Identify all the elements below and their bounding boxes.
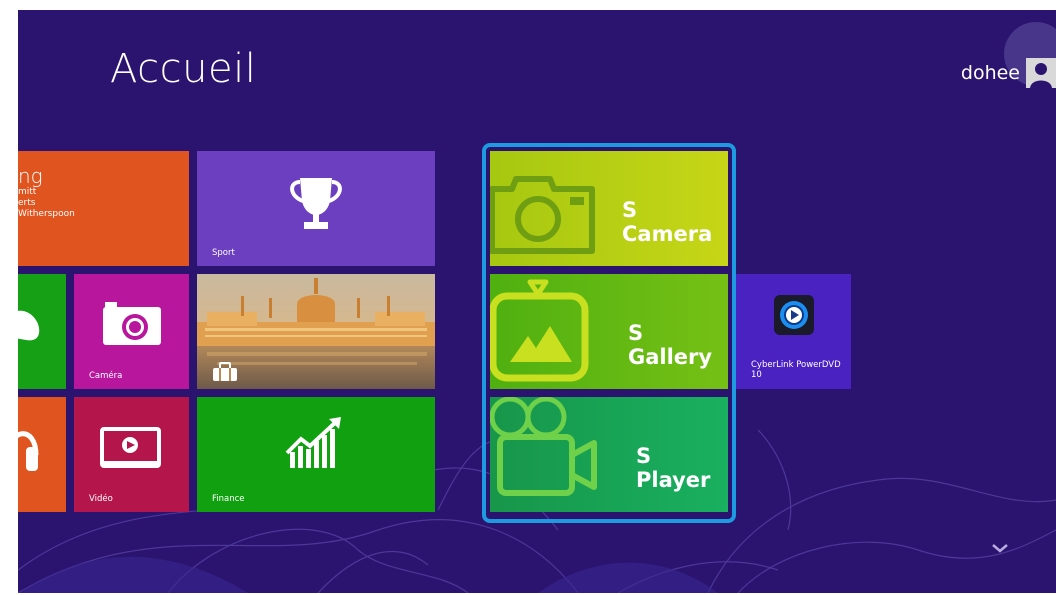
user-avatar-icon[interactable]: [1026, 58, 1056, 88]
people-line-1: ng: [18, 164, 43, 188]
s-gallery-tile[interactable]: S Gallery: [490, 274, 728, 389]
s-player-label: S Player: [636, 444, 711, 492]
sport-tile-label: Sport: [212, 248, 235, 258]
luggage-icon: [213, 362, 237, 381]
video-tile[interactable]: Vidéo: [74, 397, 189, 512]
camera-tile-label: Caméra: [89, 371, 123, 381]
user-name: dohee: [960, 62, 1020, 84]
game-controller-icon: [18, 310, 40, 341]
s-camera-label: S Camera: [622, 198, 713, 246]
start-screen: Accueil dohee ng mitt erts Witherspoon C…: [18, 10, 1056, 593]
s-camera-icon: [490, 176, 595, 254]
xbox-games-tile[interactable]: [18, 274, 66, 389]
s-gallery-icon: [490, 279, 589, 382]
people-line-2: mitt: [18, 187, 37, 197]
people-tile[interactable]: ng mitt erts Witherspoon: [18, 151, 189, 266]
powerdvd-icon: [774, 295, 814, 335]
travel-tile[interactable]: [197, 274, 435, 389]
s-camera-tile[interactable]: S Camera: [490, 151, 728, 266]
sport-tile[interactable]: Sport: [197, 151, 435, 266]
s-player-icon: [490, 397, 597, 496]
powerdvd-tile[interactable]: CyberLink PowerDVD 10: [736, 274, 851, 389]
user-account[interactable]: dohee: [961, 58, 1056, 88]
s-player-tile[interactable]: S Player: [490, 397, 728, 512]
music-tile[interactable]: [18, 397, 66, 512]
headphones-icon: [18, 431, 39, 471]
camera-tile[interactable]: Caméra: [74, 274, 189, 389]
people-tile-text: ng mitt erts Witherspoon: [18, 165, 75, 220]
finance-tile-label: Finance: [212, 494, 245, 504]
powerdvd-label: CyberLink PowerDVD 10: [751, 360, 841, 380]
people-line-4: Witherspoon: [18, 209, 75, 219]
chevron-down-icon[interactable]: [991, 538, 1009, 557]
finance-tile[interactable]: Finance: [197, 397, 435, 512]
page-title: Accueil: [110, 46, 257, 92]
s-gallery-label: S Gallery: [628, 321, 713, 369]
people-line-3: erts: [18, 198, 36, 208]
video-tile-label: Vidéo: [89, 494, 113, 504]
